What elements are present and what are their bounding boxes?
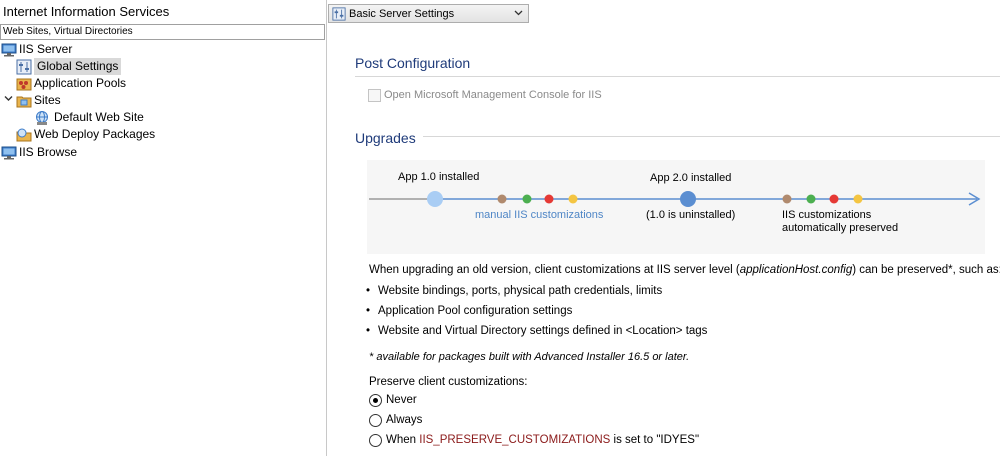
description-text: When upgrading an old version, client cu…: [369, 264, 740, 276]
radio-when-property-label: When IIS_PRESERVE_CUSTOMIZATIONS is set …: [386, 434, 699, 446]
settings-pane: Basic Server Settings Post Configuration…: [328, 0, 1000, 456]
browse-icon: [1, 145, 17, 161]
radio-when-property[interactable]: [369, 434, 382, 447]
tree-item-sites[interactable]: Sites: [16, 92, 61, 109]
app1-label: App 1.0 installed: [398, 171, 480, 183]
manual-customizations-label: manual IIS customizations: [475, 209, 604, 221]
dot-brown: [782, 194, 792, 204]
property-name: IIS_PRESERVE_CUSTOMIZATIONS: [419, 434, 611, 446]
mode-dropdown-value: Basic Server Settings: [349, 7, 455, 20]
app1-marker: [427, 191, 443, 207]
app2-label: App 2.0 installed: [650, 172, 732, 184]
app2-marker: [680, 191, 696, 207]
upgrade-description: When upgrading an old version, client cu…: [369, 264, 1000, 276]
mode-dropdown[interactable]: Basic Server Settings: [328, 4, 529, 23]
dot-red: [829, 194, 839, 204]
section-title-upgrades: Upgrades: [355, 130, 416, 146]
app-pools-icon: [16, 76, 32, 92]
radio-label-text: When: [386, 434, 420, 446]
dot-green: [522, 194, 532, 204]
uninstalled-label: (1.0 is uninstalled): [646, 209, 736, 221]
tree-item-default-web-site[interactable]: Default Web Site: [34, 109, 144, 126]
deploy-packages-icon: [16, 127, 32, 143]
tree-item-iis-browse[interactable]: IIS Browse: [1, 144, 77, 161]
dot-yellow: [853, 194, 863, 204]
radio-never-label: Never: [386, 394, 417, 406]
dot-red: [544, 194, 554, 204]
tree-item-label: Global Settings: [34, 58, 122, 75]
section-divider: [423, 136, 1000, 137]
dot-brown: [497, 194, 507, 204]
preserved-label-line2: automatically preserved: [782, 222, 899, 234]
upgrade-diagram: App 1.0 installed App 2.0 installed manu…: [367, 160, 985, 254]
tree-item-label: Default Web Site: [54, 110, 144, 124]
open-mmc-label: Open Microsoft Management Console for II…: [384, 89, 602, 101]
description-config-file: applicationHost.config: [739, 264, 853, 276]
filter-field[interactable]: Web Sites, Virtual Directories: [0, 24, 325, 40]
pane-title: Internet Information Services: [3, 4, 170, 19]
list-item: Website and Virtual Directory settings d…: [366, 325, 707, 337]
description-text: ) can be preserved*, such as:: [852, 264, 1000, 276]
tree-item-web-deploy-packages[interactable]: Web Deploy Packages: [16, 126, 155, 143]
radio-label-text: is set to "IDYES": [610, 434, 700, 446]
chevron-down-icon: [514, 8, 523, 19]
radio-always-label: Always: [386, 414, 423, 426]
server-icon: [1, 42, 17, 58]
sites-folder-icon: [16, 93, 32, 109]
settings-icon: [332, 6, 346, 21]
dot-yellow: [568, 194, 578, 204]
radio-never[interactable]: [369, 394, 382, 407]
section-title-post-configuration: Post Configuration: [355, 55, 471, 71]
chevron-down-icon[interactable]: [4, 94, 13, 106]
tree-item-label: Web Deploy Packages: [34, 127, 156, 141]
list-item: Website bindings, ports, physical path c…: [366, 285, 662, 297]
tree-item-label: IIS Browse: [19, 145, 78, 159]
footnote: * available for packages built with Adva…: [369, 351, 690, 363]
web-site-icon: [34, 110, 50, 126]
open-mmc-checkbox[interactable]: [368, 89, 381, 102]
section-divider: [355, 76, 1000, 77]
tree-item-application-pools[interactable]: Application Pools: [16, 75, 126, 92]
settings-icon: [16, 59, 32, 75]
tree-item-iis-server[interactable]: IIS Server: [1, 41, 72, 58]
tree-item-label: Application Pools: [34, 76, 127, 90]
preserve-label: Preserve client customizations:: [369, 376, 528, 388]
list-item: Application Pool configuration settings: [366, 305, 572, 317]
tree-item-label: Sites: [34, 93, 61, 107]
radio-always[interactable]: [369, 414, 382, 427]
dot-green: [806, 194, 816, 204]
tree-pane: Internet Information Services Web Sites,…: [0, 0, 327, 456]
preserved-label-line1: IIS customizations: [782, 209, 872, 221]
tree-item-label: IIS Server: [19, 42, 73, 56]
tree-item-global-settings[interactable]: Global Settings: [16, 58, 122, 75]
